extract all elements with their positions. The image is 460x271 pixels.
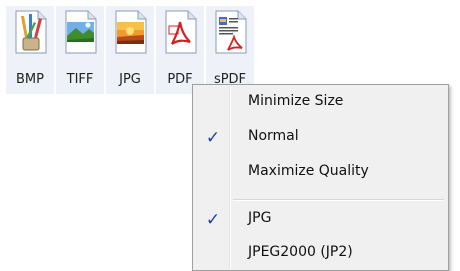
format-tile-jpg[interactable]: JPG: [106, 6, 154, 94]
menu-item-minimize-size[interactable]: Minimize Size: [195, 88, 446, 118]
format-options-menu: Minimize Size ✓ Normal Maximize Quality …: [192, 84, 449, 271]
menu-item-label: JPEG2000 (JP2): [248, 244, 353, 260]
tiff-file-icon: [65, 10, 97, 54]
format-tile-tiff[interactable]: TIFF: [56, 6, 104, 94]
checkmark-icon: ✓: [201, 126, 225, 150]
format-tile-pdf[interactable]: PDF: [156, 6, 204, 94]
format-tile-spdf[interactable]: sPDF: [206, 6, 254, 94]
pdf-file-icon: [165, 10, 197, 54]
format-label: JPG: [119, 72, 141, 87]
bmp-file-icon: [15, 10, 47, 54]
menu-item-label: Normal: [248, 128, 299, 144]
menu-item-normal[interactable]: ✓ Normal: [195, 123, 446, 153]
menu-separator: [233, 199, 444, 201]
format-label: TIFF: [66, 72, 94, 87]
jpg-file-icon: [115, 10, 147, 54]
checkmark-icon: ✓: [201, 208, 225, 232]
menu-item-jpeg2000[interactable]: JPEG2000 (JP2): [195, 239, 446, 269]
format-tile-bmp[interactable]: BMP: [6, 6, 54, 94]
scanner-format-panel: BMP TIFF JPG PDF sPDF Minimize Size ✓ No…: [0, 0, 460, 271]
spdf-file-icon: [215, 10, 247, 54]
menu-item-label: Minimize Size: [248, 93, 344, 109]
menu-item-label: Maximize Quality: [248, 163, 369, 179]
format-label: BMP: [16, 72, 44, 87]
menu-item-jpg[interactable]: ✓ JPG: [195, 205, 446, 235]
menu-item-label: JPG: [248, 210, 272, 226]
menu-item-maximize-quality[interactable]: Maximize Quality: [195, 158, 446, 188]
